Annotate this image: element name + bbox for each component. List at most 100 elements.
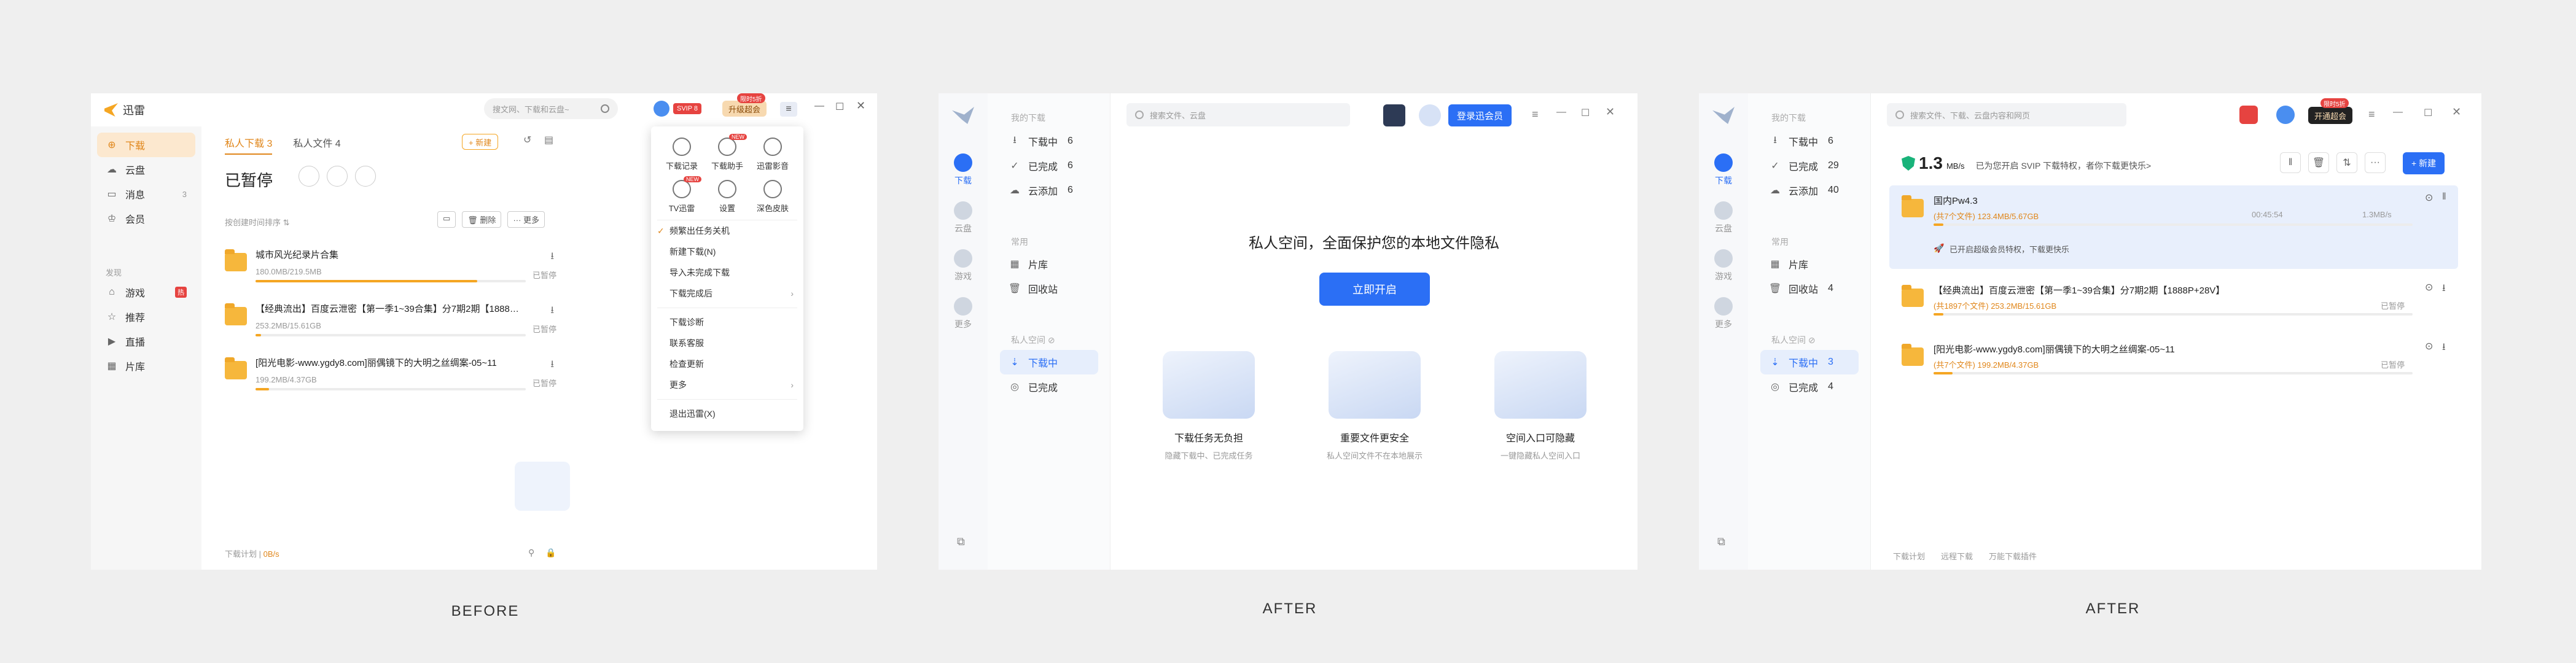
sidebar-item[interactable]: 🗑 回收站 4 xyxy=(1760,276,1859,301)
nav-item[interactable]: 游戏 xyxy=(1714,249,1733,282)
search-box[interactable]: 搜索文件、云盘 xyxy=(1126,103,1350,126)
search-box[interactable]: 搜文网、下载和云盘~ xyxy=(484,98,618,119)
open-icon[interactable]: ⊙ xyxy=(2425,281,2433,293)
minimize-icon[interactable]: — xyxy=(814,101,824,112)
sidebar-item-library[interactable]: ▦ 片库 xyxy=(97,354,195,378)
layout-icon[interactable]: ▤ xyxy=(544,134,553,146)
menu-icon[interactable]: ≡ xyxy=(780,102,797,117)
maximize-icon[interactable]: ☐ xyxy=(1581,107,1590,119)
sidebar-item[interactable]: ⇣ 下载中 xyxy=(1000,350,1098,374)
sidebar-item[interactable]: ▦ 片库 xyxy=(1000,252,1098,276)
close-icon[interactable]: ✕ xyxy=(1606,106,1615,118)
task-row[interactable]: 国内Pw4.3 (共7个文件) 123.4MB/5.67GB 00:45:54 1.3… xyxy=(1889,185,2458,269)
maximize-icon[interactable]: ☐ xyxy=(2424,107,2432,119)
close-icon[interactable]: ✕ xyxy=(856,99,865,112)
link-icon[interactable]: ⚲ xyxy=(528,548,534,558)
sidebar-item[interactable]: ✓ 已完成 6 xyxy=(1000,153,1098,178)
sidebar-item-game[interactable]: ⌂ 游戏 热 xyxy=(97,280,195,304)
menu-item[interactable]: 更多 › xyxy=(651,374,803,395)
menu-item[interactable]: 联系客服 xyxy=(651,333,803,354)
close-icon[interactable]: ✕ xyxy=(2452,106,2461,118)
delete-button[interactable]: 🗑 删除 xyxy=(462,211,502,228)
sidebar-item[interactable]: ◎ 已完成 xyxy=(1000,374,1098,399)
download-icon[interactable]: ⭳ xyxy=(2442,340,2446,357)
sidebar-item[interactable]: ✓ 已完成 29 xyxy=(1760,153,1859,178)
history-icon[interactable]: ↺ xyxy=(523,134,531,146)
search-box[interactable]: 搜索文件、下载、云盘内容和网页 xyxy=(1887,103,2126,126)
menu-item[interactable]: ✓ 频繁出任务关机 xyxy=(651,220,803,241)
nav-item[interactable]: 下载 xyxy=(1714,153,1733,187)
nav-item[interactable]: 云盘 xyxy=(954,201,972,235)
sidebar-item-message[interactable]: ▭ 消息 3 xyxy=(97,182,195,206)
sidebar-item[interactable]: ◎ 已完成 4 xyxy=(1760,374,1859,399)
menu-tile[interactable]: 深色皮肤 xyxy=(751,180,795,214)
more-button[interactable]: ··· 更多 xyxy=(507,211,545,228)
nav-item[interactable]: 下载 xyxy=(954,153,972,187)
footer-link[interactable]: 万能下载插件 xyxy=(1989,550,2037,562)
pause-icon[interactable]: ‖ xyxy=(2442,192,2446,203)
task-row[interactable]: 城市风光纪录片合集 180.0MB/219.5MB ⭳ 已暂停 xyxy=(225,244,556,298)
open-icon[interactable]: ⊙ xyxy=(2425,192,2433,204)
login-vip-button[interactable]: 登录迅会员 xyxy=(1448,104,1512,126)
game-promo-icon[interactable] xyxy=(1383,104,1405,126)
nav-item[interactable]: 游戏 xyxy=(954,249,972,282)
enable-private-button[interactable]: 立即开启 xyxy=(1319,273,1430,306)
menu-tile[interactable]: TV迅雷 NEW xyxy=(660,176,704,214)
sidebar-item[interactable]: ▦ 片库 xyxy=(1760,252,1859,276)
menu-tile[interactable]: 迅雷影音 xyxy=(751,138,795,171)
sidebar-item[interactable]: ☁ 云添加 6 xyxy=(1000,178,1098,203)
nav-item[interactable]: 云盘 xyxy=(1714,201,1733,235)
avatar[interactable] xyxy=(1419,104,1441,126)
menu-tile[interactable]: 下载助手 NEW xyxy=(705,134,749,171)
delete-icon[interactable]: 🗑 xyxy=(2308,152,2329,173)
pause-all-icon[interactable]: ‖ xyxy=(2280,152,2301,173)
menu-icon[interactable]: ≡ xyxy=(2368,108,2375,121)
settings-icon[interactable]: ⧉ xyxy=(1717,535,1725,548)
menu-item[interactable]: 检查更新 xyxy=(651,354,803,374)
sidebar-item[interactable]: ⭳ 下载中 6 xyxy=(1000,129,1098,153)
menu-tile[interactable]: 下载记录 xyxy=(660,138,704,171)
footer-link[interactable]: 下载计划 xyxy=(1893,550,1925,562)
maximize-icon[interactable]: ☐ xyxy=(835,101,844,113)
menu-item[interactable]: 下载诊断 xyxy=(651,312,803,333)
nav-item[interactable]: 更多 xyxy=(954,297,972,330)
sort-label[interactable]: 按创建时间排序 ⇅ xyxy=(225,216,290,228)
task-row[interactable]: [阳光电影-www.ygdy8.com]丽偶镜下的大明之丝绸案-05~11 (共7… xyxy=(1889,334,2458,387)
menu-item[interactable]: 新建下载(N) xyxy=(651,241,803,262)
svip-message[interactable]: 已为您开启 SVIP 下载特权，者你下载更快乐> xyxy=(1976,160,2152,172)
avatar[interactable] xyxy=(2276,106,2295,124)
download-icon[interactable]: ⭳ xyxy=(2442,281,2446,298)
download-icon[interactable]: ⭳ xyxy=(550,357,554,374)
sidebar-item-download[interactable]: ⊕ 下载 xyxy=(97,133,195,157)
tab-private-download[interactable]: 私人下载 3 xyxy=(225,135,273,155)
footer-link[interactable]: 远程下载 xyxy=(1941,550,1973,562)
download-icon[interactable]: ⭳ xyxy=(550,303,554,320)
minimize-icon[interactable]: — xyxy=(2393,107,2403,118)
sort-icon[interactable]: ⇅ xyxy=(2336,152,2357,173)
sidebar-item[interactable]: 🗑 回收站 xyxy=(1000,276,1098,301)
open-icon[interactable]: ⊙ xyxy=(2425,340,2433,352)
lock-icon[interactable]: 🔒 xyxy=(545,548,556,558)
download-icon[interactable]: ⭳ xyxy=(550,249,554,266)
avatar[interactable] xyxy=(654,101,669,117)
menu-item[interactable]: 导入未完成下载 xyxy=(651,262,803,283)
shield-icon[interactable] xyxy=(327,166,348,187)
menu-item[interactable]: 下载完成后 › xyxy=(651,283,803,304)
nav-item[interactable]: 更多 xyxy=(1714,297,1733,330)
menu-tile[interactable]: 设置 xyxy=(705,180,749,214)
upgrade-button[interactable]: 开通超会 xyxy=(2308,107,2353,124)
share-icon[interactable] xyxy=(355,166,376,187)
minimize-icon[interactable]: — xyxy=(1556,107,1566,118)
sidebar-item[interactable]: ⇣ 下载中 3 xyxy=(1760,350,1859,374)
promo-icon[interactable] xyxy=(2239,106,2258,124)
download-plan[interactable]: 下载计划 | 0B/s xyxy=(225,548,279,559)
sidebar-item-vip[interactable]: ♔ 会员 xyxy=(97,206,195,231)
sidebar-item[interactable]: ⭳ 下载中 6 xyxy=(1760,129,1859,153)
more-icon[interactable]: ··· xyxy=(2365,152,2386,173)
menu-icon[interactable]: ≡ xyxy=(1532,108,1539,121)
sidebar-item-recommend[interactable]: ☆ 推荐 xyxy=(97,304,195,329)
task-row[interactable]: 【经典流出】百度云泄密【第一季1~39合集】分7期2期【1888P+28V】 (共… xyxy=(1889,275,2458,328)
privacy-icon[interactable] xyxy=(299,166,319,187)
task-row[interactable]: [阳光电影-www.ygdy8.com]丽偶镜下的大明之丝绸案-05~11 199… xyxy=(225,352,556,406)
comment-icon[interactable]: ▭ xyxy=(437,211,456,228)
